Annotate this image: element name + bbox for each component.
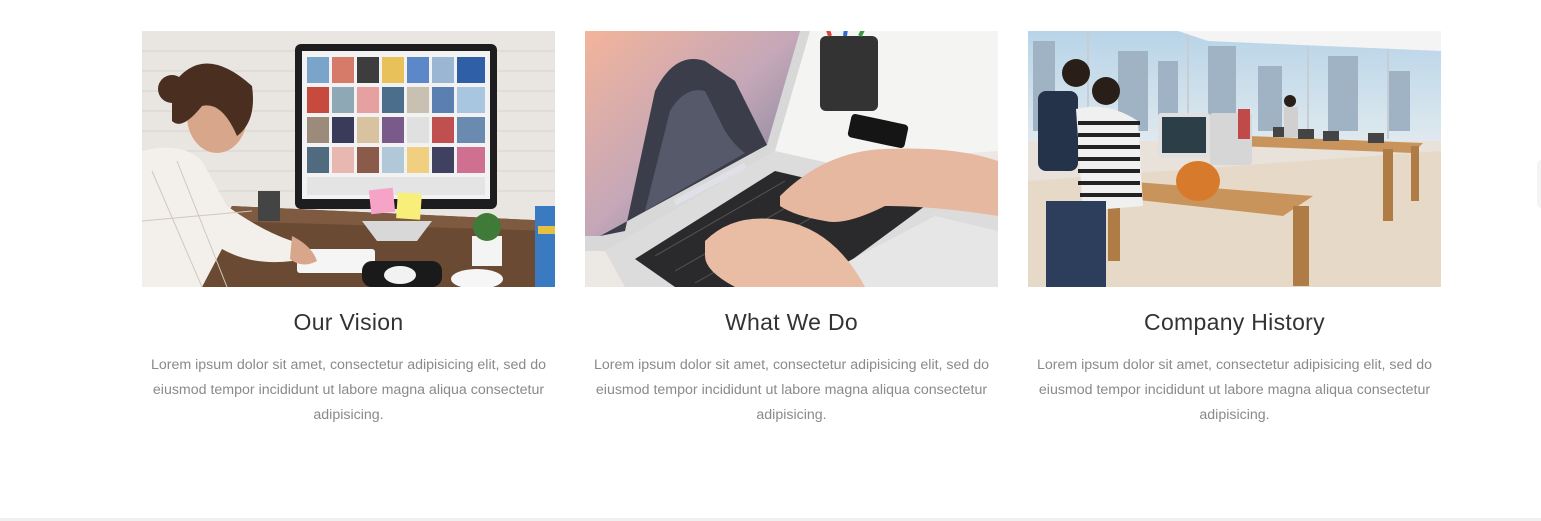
what-we-do-image[interactable] bbox=[585, 31, 998, 287]
card-title[interactable]: Our Vision bbox=[142, 309, 555, 337]
vision-image[interactable] bbox=[142, 31, 555, 287]
card-description: Lorem ipsum dolor sit amet, consectetur … bbox=[150, 357, 547, 423]
card-title[interactable]: What We Do bbox=[585, 309, 998, 337]
photo-woman-at-desktop-icon bbox=[142, 31, 555, 287]
photo-typing-on-laptop-icon bbox=[585, 31, 998, 287]
side-scroll-handle[interactable] bbox=[1537, 160, 1541, 208]
company-history-image[interactable] bbox=[1028, 31, 1441, 287]
card-title[interactable]: Company History bbox=[1028, 309, 1441, 337]
feature-card-company-history: Company History Lorem ipsum dolor sit am… bbox=[1028, 31, 1441, 428]
feature-card-what-we-do: What We Do Lorem ipsum dolor sit amet, c… bbox=[585, 31, 998, 428]
feature-card-vision: Our Vision Lorem ipsum dolor sit amet, c… bbox=[142, 31, 555, 428]
card-description: Lorem ipsum dolor sit amet, consectetur … bbox=[593, 357, 990, 423]
card-description: Lorem ipsum dolor sit amet, consectetur … bbox=[1036, 357, 1433, 423]
photo-store-showroom-icon bbox=[1028, 31, 1441, 287]
features-section: Our Vision Lorem ipsum dolor sit amet, c… bbox=[0, 0, 1541, 521]
